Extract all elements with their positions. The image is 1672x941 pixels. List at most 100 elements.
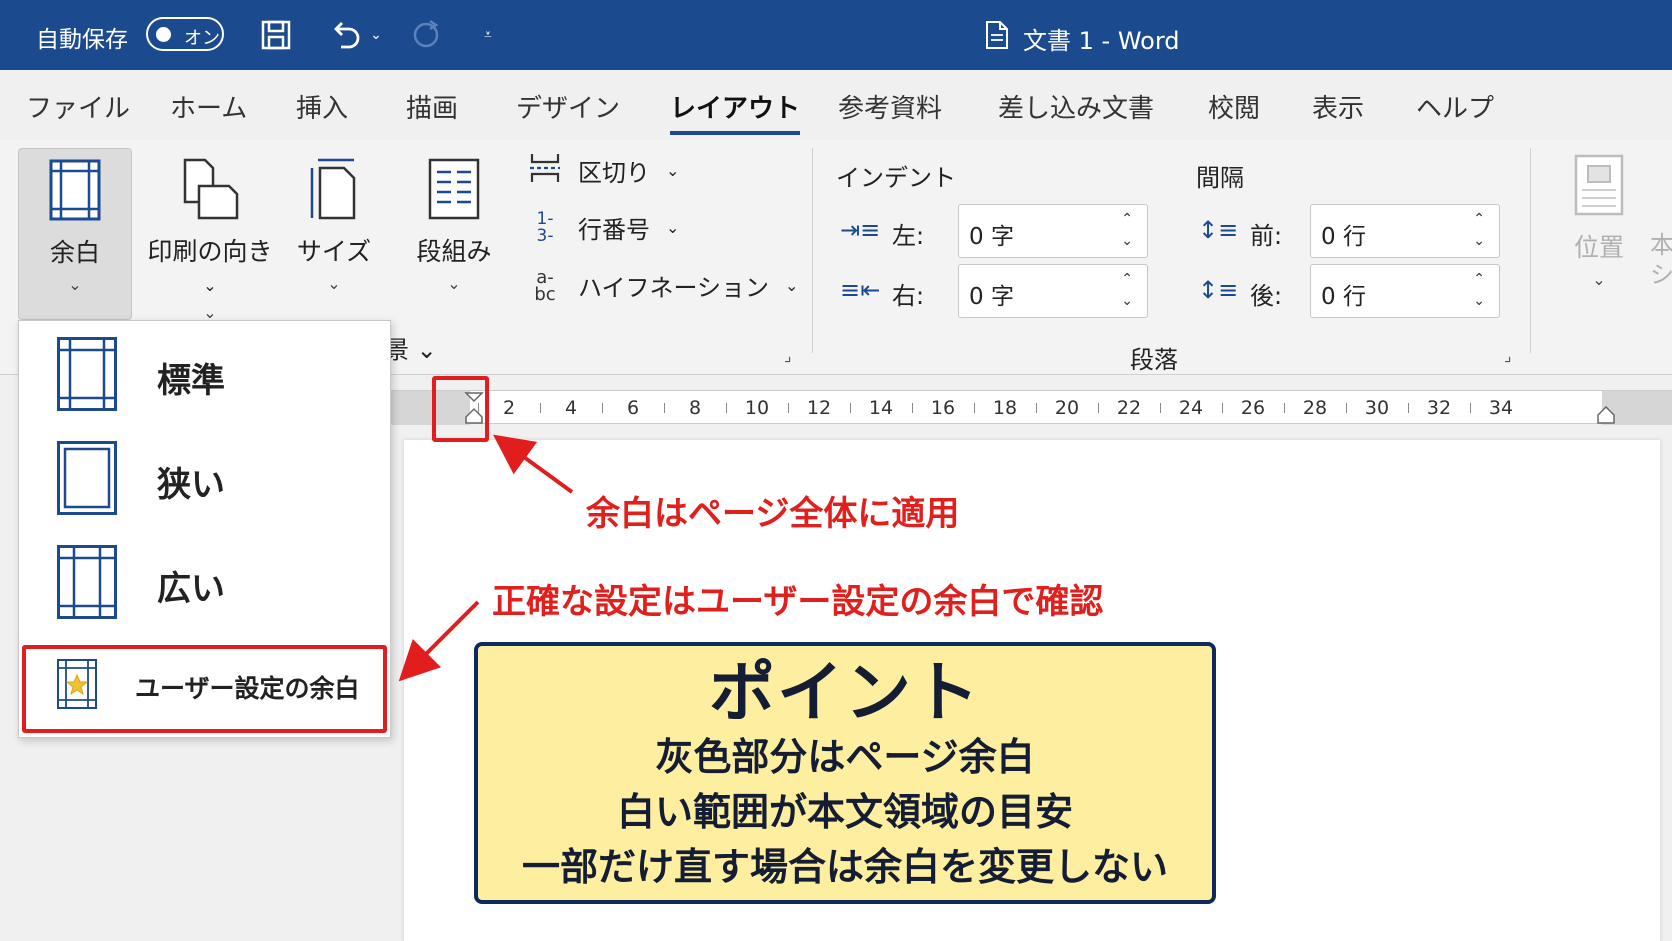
chevron-down-icon: ⌄ — [1592, 270, 1606, 289]
note-margin-whole-page: 余白はページ全体に適用 — [586, 494, 960, 534]
paper-size-icon — [296, 158, 372, 226]
chevron-down-icon: ⌄ — [68, 275, 82, 294]
indent-right-value: 0 字 — [969, 284, 1014, 310]
ribbon-tabs: ファイル ホーム 挿入 描画 デザイン レイアウト 参考資料 差し込み文書 校閲… — [0, 70, 1672, 140]
point-line-2: 白い範囲が本文領域の目安 — [616, 790, 1073, 834]
ruler-tick — [850, 403, 851, 413]
ruler-number: 26 — [1240, 397, 1266, 419]
chevron-down-icon[interactable]: ⌄ — [1121, 293, 1133, 309]
indent-left-spinner[interactable]: 0 字 ⌃ ⌄ — [958, 204, 1148, 258]
wrap-text-button-partial[interactable]: 本 シ — [1650, 230, 1672, 290]
point-title: ポイント — [709, 654, 981, 731]
ruler-number: 30 — [1364, 397, 1390, 419]
ruler-number: 34 — [1488, 397, 1514, 419]
ruler-tick — [974, 403, 975, 413]
tab-design[interactable]: デザイン — [516, 88, 620, 125]
size-button[interactable]: サイズ ⌄ — [296, 158, 372, 293]
tab-insert[interactable]: 挿入 — [296, 88, 348, 125]
ruler-tick — [1284, 403, 1285, 413]
ruler-tick — [664, 403, 665, 413]
undo-dropdown-chevron-down-icon[interactable]: ⌄ — [368, 16, 384, 54]
tab-help[interactable]: ヘルプ — [1416, 88, 1494, 125]
ruler-tick — [1346, 403, 1347, 413]
tab-references[interactable]: 参考資料 — [838, 88, 942, 125]
chevron-up-icon[interactable]: ⌃ — [1121, 211, 1133, 227]
dialog-launcher-icon[interactable]: ⌟ — [784, 346, 792, 365]
ruler-number: 12 — [806, 397, 832, 419]
tab-draw[interactable]: 描画 — [406, 88, 458, 125]
chevron-up-icon[interactable]: ⌃ — [1121, 271, 1133, 287]
indent-left-icon: ⇥≡ — [840, 216, 881, 244]
tab-mailings[interactable]: 差し込み文書 — [998, 88, 1154, 125]
chevron-down-icon: ⌄ — [666, 161, 680, 180]
tab-layout[interactable]: レイアウト — [670, 88, 801, 135]
chevron-down-icon[interactable]: ⌄ — [1121, 233, 1133, 249]
indent-left-value: 0 字 — [969, 224, 1014, 250]
spacing-before-label: 前: — [1250, 222, 1283, 250]
chevron-down-icon[interactable]: ⌄ — [1473, 233, 1485, 249]
margin-option-normal[interactable]: 標準 — [19, 321, 390, 425]
chevron-down-icon: ⌄ — [666, 218, 680, 237]
redo-icon — [406, 16, 446, 54]
spacing-before-spinner[interactable]: 0 行 ⌃ ⌄ — [1310, 204, 1500, 258]
ruler-tick — [1408, 403, 1409, 413]
chevron-up-icon[interactable]: ⌃ — [1473, 271, 1485, 287]
margin-narrow-icon — [57, 441, 117, 515]
paragraph-dialog-launcher-icon[interactable]: ⌟ — [1504, 346, 1512, 365]
highlight-box-custom-margin — [22, 645, 387, 733]
chevron-up-icon[interactable]: ⌃ — [1473, 211, 1485, 227]
indent-left-label: 左: — [892, 222, 925, 250]
tab-view[interactable]: 表示 — [1312, 88, 1364, 125]
margin-narrow-label: 狭い — [157, 465, 225, 505]
margin-option-wide[interactable]: 広い — [19, 529, 390, 633]
ruler-tick — [726, 403, 727, 413]
indent-right-spinner[interactable]: 0 字 ⌃ ⌄ — [958, 264, 1148, 318]
margin-normal-label: 標準 — [157, 361, 225, 401]
save-icon[interactable] — [258, 16, 294, 54]
document-icon — [985, 20, 1009, 56]
title-bar: 自動保存 オン ⌄ ⩡ 文書 1 - Word — [0, 0, 1672, 70]
tab-home[interactable]: ホーム — [170, 88, 247, 125]
autosave-label: 自動保存 — [36, 27, 128, 53]
ruler-tick — [1222, 403, 1223, 413]
horizontal-ruler[interactable]: 2 4 6 8 10 12 14 16 18 20 22 24 26 28 30 32 34 — [392, 390, 1672, 425]
autosave-toggle[interactable]: オン — [146, 17, 224, 51]
customize-toolbar-icon[interactable]: ⩡ — [478, 16, 498, 54]
undo-icon[interactable] — [326, 16, 366, 54]
hyphenation-icon: a-bc — [534, 266, 556, 305]
breaks-button[interactable]: 区切り ⌄ — [528, 152, 679, 189]
indent-right-label: 右: — [892, 282, 925, 310]
margin-wide-icon — [57, 545, 117, 619]
margin-wide-label: 広い — [157, 569, 225, 609]
tab-review[interactable]: 校閲 — [1208, 88, 1260, 125]
paragraph-group-label: 段落 — [1130, 346, 1178, 374]
spacing-before-value: 0 行 — [1321, 224, 1366, 250]
ruler-tick — [1098, 403, 1099, 413]
line-numbers-button[interactable]: 1- 3- 行番号 ⌄ — [528, 208, 680, 246]
hyphenation-button[interactable]: a-bc ハイフネーション ⌄ — [528, 268, 798, 303]
position-button[interactable]: 位置 ⌄ — [1566, 154, 1632, 289]
margins-button[interactable]: 余白 ⌄ — [18, 148, 132, 320]
columns-label: 段組み — [416, 237, 492, 266]
spacing-after-spinner[interactable]: 0 行 ⌃ ⌄ — [1310, 264, 1500, 318]
highlight-box-ruler-marker — [432, 376, 489, 442]
ruler-number: 20 — [1054, 397, 1080, 419]
margin-option-narrow[interactable]: 狭い — [19, 425, 390, 529]
margins-icon — [19, 159, 131, 227]
tab-file[interactable]: ファイル — [26, 88, 130, 125]
chevron-down-icon[interactable]: ⌄ — [1473, 293, 1485, 309]
orientation-label: 印刷の向き — [147, 237, 273, 266]
chevron-down-icon: ⌄ — [447, 274, 461, 293]
ruler-tick — [1470, 403, 1471, 413]
hidden-group-label: 景 ⌄ — [385, 336, 437, 364]
ruler-tick — [912, 403, 913, 413]
orientation-button[interactable]: 印刷の向き ⌄ ⌄ — [140, 158, 280, 322]
columns-button[interactable]: 段組み ⌄ — [408, 158, 500, 293]
right-indent-marker-icon[interactable] — [1596, 405, 1616, 425]
ruler-tick — [602, 403, 603, 413]
ruler-number: 22 — [1116, 397, 1142, 419]
margin-normal-icon — [57, 337, 117, 411]
line-numbers-icon: 1- 3- — [536, 208, 554, 246]
ruler-number: 2 — [502, 397, 516, 419]
toggle-knob — [156, 27, 171, 42]
